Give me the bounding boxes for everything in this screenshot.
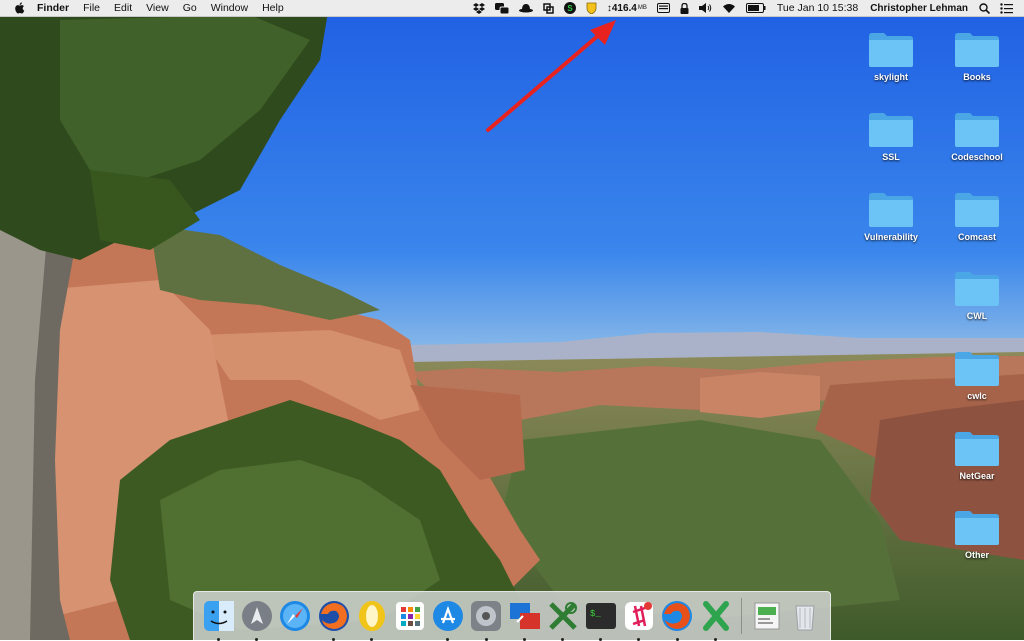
folder-icon <box>955 193 999 227</box>
spotlight-search-icon[interactable] <box>979 0 990 16</box>
dock: $_ <box>193 591 831 641</box>
folder-label: NetGear <box>959 471 995 481</box>
folder-icon <box>955 272 999 306</box>
svg-text:S: S <box>567 4 573 13</box>
desktop-folder[interactable]: Codeschool <box>937 104 1017 174</box>
preview-icon[interactable] <box>750 599 784 633</box>
keyboard-icon[interactable] <box>656 0 670 16</box>
menu-file[interactable]: File <box>76 0 107 16</box>
menu-view[interactable]: View <box>139 0 176 16</box>
desktop-folder[interactable]: Other <box>937 502 1017 572</box>
app-grid-icon[interactable] <box>393 599 427 633</box>
menu-user-name[interactable]: Christopher Lehman <box>870 3 968 14</box>
wifi-icon[interactable] <box>722 0 736 16</box>
excel-icon[interactable] <box>699 599 733 641</box>
slack-icon[interactable] <box>622 599 656 641</box>
dock-separator <box>740 598 742 634</box>
folder-icon <box>955 511 999 545</box>
menu-edit[interactable]: Edit <box>107 0 139 16</box>
folder-label: cwlc <box>967 391 987 401</box>
crop-icon[interactable] <box>543 0 554 16</box>
desktop-folder[interactable]: Vulnerability <box>851 184 931 254</box>
folder-icon <box>869 33 913 67</box>
memory-unit: MB <box>637 5 647 11</box>
memory-value: 416.4 <box>611 2 637 14</box>
shield-icon[interactable] <box>586 0 597 16</box>
folder-label: Codeschool <box>951 152 1003 162</box>
folder-label: SSL <box>882 152 900 162</box>
firefox-icon[interactable] <box>317 599 351 641</box>
folder-label: skylight <box>873 72 908 82</box>
notification-center-icon[interactable] <box>1000 0 1013 16</box>
lock-icon[interactable] <box>680 0 689 16</box>
menu-clock[interactable]: Tue Jan 10 15:38 <box>777 2 858 14</box>
menu-help[interactable]: Help <box>255 0 291 16</box>
menu-go[interactable]: Go <box>176 0 204 16</box>
memory-monitor[interactable]: ↕ 416.4 MB <box>607 0 647 16</box>
apple-menu-icon[interactable] <box>14 2 25 14</box>
folder-icon <box>869 113 913 147</box>
screen-sharing-icon[interactable] <box>508 599 542 641</box>
firefox-developer-icon[interactable] <box>661 599 695 641</box>
dropbox-icon[interactable] <box>472 0 485 16</box>
folder-label: Books <box>963 72 991 82</box>
folder-icon <box>869 193 913 227</box>
system-preferences-icon[interactable] <box>470 599 504 641</box>
x-utility-icon[interactable] <box>546 599 580 641</box>
desktop-folder[interactable]: skylight <box>851 24 931 94</box>
svg-text:$_: $_ <box>590 609 601 619</box>
desktop-folder[interactable]: Comcast <box>937 184 1017 254</box>
desktop-folder[interactable]: NetGear <box>937 423 1017 493</box>
folder-label: Comcast <box>957 232 996 242</box>
alfred-hat-icon[interactable] <box>518 0 533 16</box>
trash-icon[interactable] <box>788 599 822 633</box>
desktop-folder[interactable]: SSL <box>851 104 931 174</box>
menu-bar: Finder File Edit View Go Window Help S ↕… <box>0 0 1024 17</box>
chat-icon[interactable] <box>494 0 509 16</box>
folder-icon <box>955 33 999 67</box>
folder-label: CWL <box>966 311 988 321</box>
menu-window[interactable]: Window <box>204 0 255 16</box>
folder-label: Other <box>964 550 989 560</box>
folder-label: Vulnerability <box>864 232 918 242</box>
desktop-folder[interactable]: CWL <box>937 263 1017 333</box>
folder-icon <box>955 432 999 466</box>
volume-icon[interactable] <box>698 0 712 16</box>
desktop-wallpaper <box>0 0 1024 640</box>
desktop-folder[interactable]: Books <box>937 24 1017 94</box>
battery-icon[interactable] <box>745 0 766 16</box>
folder-icon <box>955 352 999 386</box>
app-store-icon[interactable] <box>431 599 465 641</box>
desktop-folder[interactable]: cwlc <box>937 343 1017 413</box>
folder-icon <box>955 113 999 147</box>
menu-app-name[interactable]: Finder <box>33 0 76 16</box>
launchpad-icon[interactable] <box>240 599 274 641</box>
skype-icon[interactable]: S <box>563 0 576 16</box>
terminal-icon[interactable]: $_ <box>584 599 618 641</box>
opera-icon[interactable] <box>355 599 389 641</box>
safari-icon[interactable] <box>279 599 313 633</box>
finder-icon[interactable] <box>202 599 236 641</box>
